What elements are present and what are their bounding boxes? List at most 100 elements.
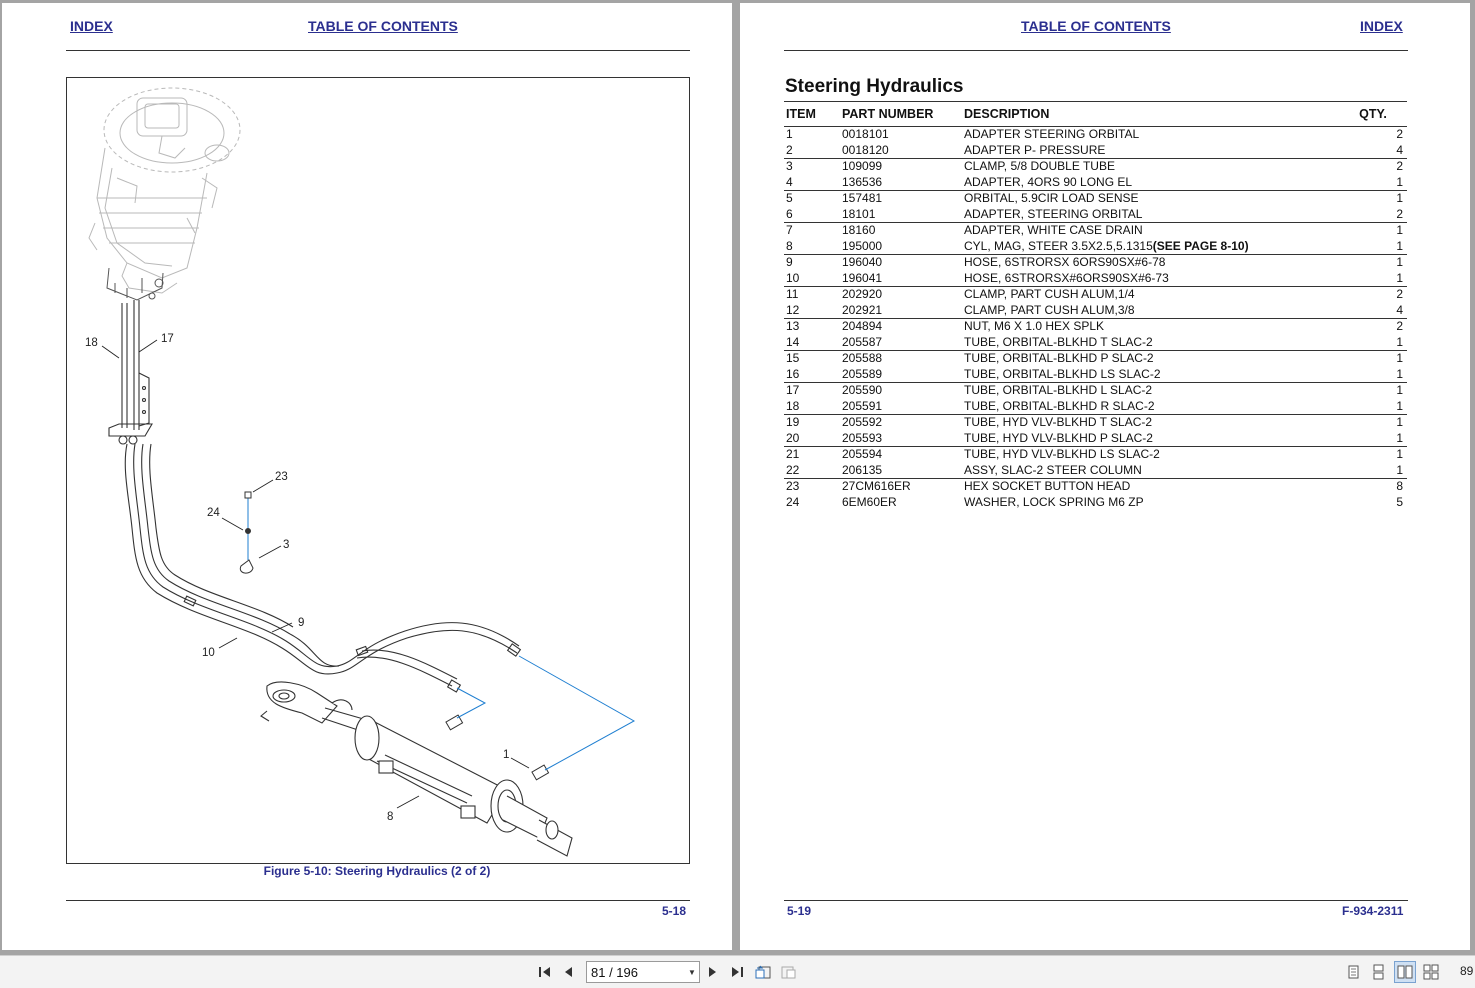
callout-18: 18	[85, 337, 98, 349]
part-number-cell: 206135	[840, 463, 962, 479]
item-cell: 1	[784, 127, 840, 143]
description-cell-text: HOSE, 6STRORSX 6ORS90SX#6-78	[964, 255, 1166, 270]
continuous-icon[interactable]	[1367, 961, 1389, 983]
part-number-cell: 205591	[840, 399, 962, 415]
page-number-left: 5-18	[662, 904, 687, 918]
table-row: 6 18101 ADAPTER, STEERING ORBITAL 2	[784, 207, 1407, 223]
qty-cell-text: 1	[1396, 383, 1403, 398]
part-number-cell: 0018120	[840, 143, 962, 159]
callout-24: 24	[207, 507, 220, 519]
description-cell-text: ADAPTER, STEERING ORBITAL	[964, 206, 1143, 221]
description-cell-text: TUBE, HYD VLV-BLKHD P SLAC-2	[964, 430, 1153, 445]
qty-cell-text: 1	[1396, 334, 1403, 349]
hoses-9-10	[124, 443, 522, 693]
callout-9: 9	[298, 617, 304, 629]
description-cell-text: CLAMP, 5/8 DOUBLE TUBE	[964, 159, 1115, 174]
part-number-cell: 205592	[840, 414, 962, 431]
part-number-cell-text: 205590	[842, 383, 883, 398]
description-cell-text: CLAMP, PART CUSH ALUM,1/4	[964, 287, 1135, 302]
part-number-cell-text: 205588	[842, 351, 883, 366]
part-number-cell-text: 205594	[842, 447, 883, 462]
qty-cell-text: 1	[1396, 238, 1403, 253]
description-cell-text: TUBE, ORBITAL-BLKHD LS SLAC-2	[964, 366, 1161, 381]
qty-cell-text: 1	[1396, 366, 1403, 381]
part-number-cell: 202920	[840, 286, 962, 303]
description-cell: CLAMP, 5/8 DOUBLE TUBE	[962, 158, 1341, 175]
table-row: 1 0018101 ADAPTER STEERING ORBITAL 2	[784, 127, 1407, 143]
item-cell: 12	[784, 303, 840, 319]
next-page-icon[interactable]	[701, 961, 723, 983]
qty-cell: 1	[1341, 239, 1407, 255]
qty-cell-text: 1	[1396, 351, 1403, 366]
part-number-cell: 109099	[840, 158, 962, 175]
header-rule	[66, 50, 690, 51]
qty-cell-text: 1	[1396, 191, 1403, 206]
part-number-cell-text: 196040	[842, 255, 883, 270]
part-number-cell: 195000	[840, 239, 962, 255]
table-row: 16 205589 TUBE, ORBITAL-BLKHD LS SLAC-2 1	[784, 367, 1407, 383]
figure-caption: Figure 5-10: Steering Hydraulics (2 of 2…	[263, 864, 491, 878]
description-cell-text: CYL, MAG, STEER 3.5X2.5,5.1315	[964, 238, 1153, 253]
item-cell: 8	[784, 239, 840, 255]
part-number-cell-text: 195000	[842, 238, 883, 253]
item-cell: 24	[784, 495, 840, 511]
qty-cell: 1	[1341, 335, 1407, 351]
part-number-cell: 205589	[840, 367, 962, 383]
two-page-continuous-icon[interactable]	[1420, 961, 1442, 983]
last-page-icon[interactable]	[726, 961, 748, 983]
part-number-cell: 157481	[840, 190, 962, 207]
index-link[interactable]: INDEX	[1360, 18, 1403, 34]
qty-cell: 1	[1341, 399, 1407, 415]
zoom-level[interactable]: 89	[1460, 964, 1473, 978]
table-row: 7 18160 ADAPTER, WHITE CASE DRAIN 1	[784, 222, 1407, 239]
item-cell: 5	[784, 190, 840, 207]
qty-cell: 2	[1341, 158, 1407, 175]
footer-rule	[784, 900, 1408, 901]
qty-cell: 2	[1341, 127, 1407, 143]
part-number-cell: 136536	[840, 175, 962, 191]
part-number-cell-text: 204894	[842, 319, 883, 334]
part-number-cell-text: 205592	[842, 415, 883, 430]
description-cell-text: WASHER, LOCK SPRING M6 ZP	[964, 494, 1144, 509]
table-of-contents-link[interactable]: TABLE OF CONTENTS	[1021, 18, 1171, 34]
table-row: 4 136536 ADAPTER, 4ORS 90 LONG EL 1	[784, 175, 1407, 191]
document-viewer[interactable]: INDEX TABLE OF CONTENTS 18 17 23 24 3 9 …	[0, 0, 1475, 955]
table-of-contents-link[interactable]: TABLE OF CONTENTS	[308, 18, 458, 34]
qty-cell: 1	[1341, 446, 1407, 463]
item-cell-text: 13	[786, 319, 800, 334]
item-cell-text: 11	[786, 287, 799, 302]
item-cell: 13	[784, 318, 840, 335]
item-cell-text: 12	[786, 302, 800, 317]
callout-3: 3	[283, 539, 289, 551]
leader-lines	[247, 498, 636, 771]
index-link[interactable]: INDEX	[70, 18, 113, 34]
part-number-cell: 196040	[840, 254, 962, 271]
qty-cell-text: 8	[1396, 479, 1403, 494]
item-cell-text: 2	[786, 142, 793, 157]
page-number-field[interactable]: 81 / 196 ▼	[586, 961, 700, 983]
rotate-back-icon[interactable]	[752, 961, 774, 983]
description-cell-text: CLAMP, PART CUSH ALUM,3/8	[964, 302, 1135, 317]
description-cell: WASHER, LOCK SPRING M6 ZP	[962, 495, 1341, 511]
part-number-cell-text: 205591	[842, 398, 883, 413]
callout-17: 17	[161, 333, 174, 345]
single-page-icon[interactable]	[1342, 961, 1364, 983]
qty-cell-text: 5	[1396, 494, 1403, 509]
rotate-forward-icon[interactable]	[778, 961, 800, 983]
table-row: 12 202921 CLAMP, PART CUSH ALUM,3/8 4	[784, 303, 1407, 319]
table-row: 9 196040 HOSE, 6STRORSX 6ORS90SX#6-78 1	[784, 254, 1407, 271]
qty-cell: 1	[1341, 175, 1407, 191]
table-row: 17 205590 TUBE, ORBITAL-BLKHD L SLAC-2 1	[784, 382, 1407, 399]
part-number-cell-text: 136536	[842, 174, 883, 189]
two-page-icon[interactable]	[1394, 961, 1416, 983]
item-cell-text: 17	[786, 383, 800, 398]
first-page-icon[interactable]	[534, 961, 556, 983]
vertical-tubes	[108, 300, 153, 445]
document-number: F-934-2311	[1342, 904, 1404, 918]
description-cell: HEX SOCKET BUTTON HEAD	[962, 478, 1341, 495]
part-number-cell: 205593	[840, 431, 962, 447]
prev-page-icon[interactable]	[558, 961, 580, 983]
chevron-down-icon[interactable]: ▼	[685, 968, 699, 977]
item-cell: 6	[784, 207, 840, 223]
qty-cell-text: 1	[1396, 174, 1403, 189]
